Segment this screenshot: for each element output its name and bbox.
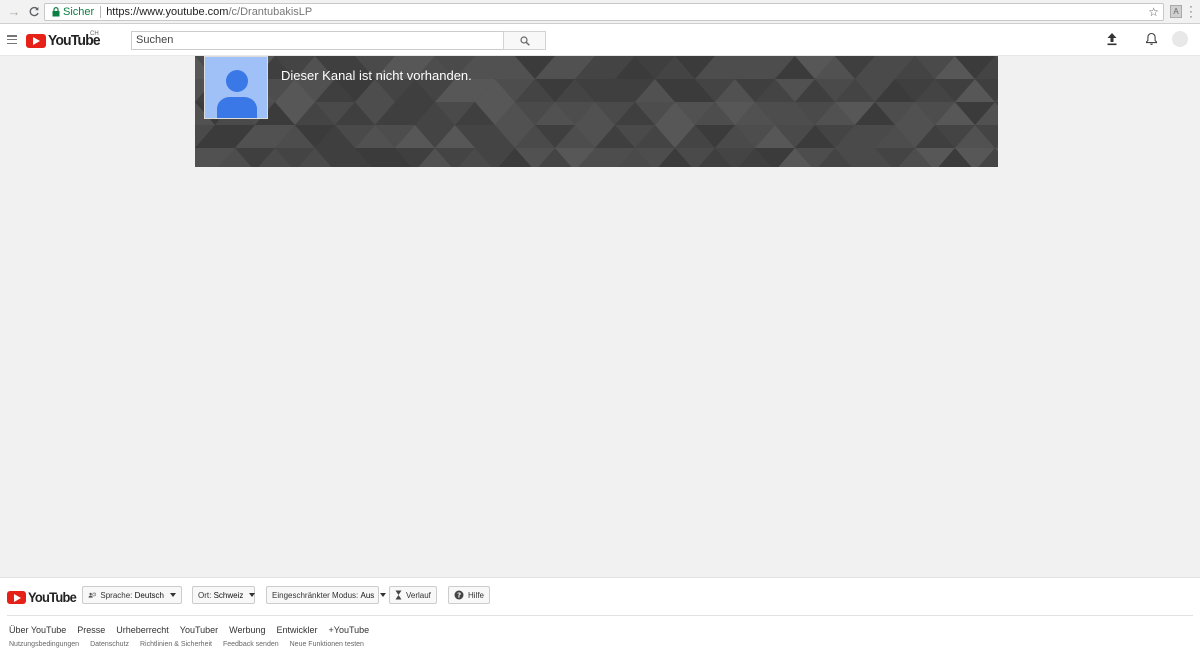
address-bar[interactable]: Sicher https://www.youtube.com/c/Drantub… bbox=[44, 3, 1164, 21]
footer-youtube-play-icon bbox=[7, 590, 26, 604]
upload-icon[interactable] bbox=[1106, 32, 1118, 46]
footer-link-press[interactable]: Presse bbox=[77, 625, 105, 635]
lock-icon bbox=[49, 7, 63, 17]
svg-text:?: ? bbox=[457, 592, 461, 600]
bookmark-star-icon[interactable]: ☆ bbox=[1148, 5, 1159, 19]
footer-link-test-features[interactable]: Neue Funktionen testen bbox=[290, 641, 364, 648]
channel-not-found-message: Dieser Kanal ist nicht vorhanden. bbox=[281, 68, 472, 83]
address-divider bbox=[100, 6, 102, 18]
language-icon: ? bbox=[88, 592, 97, 598]
location-label: Ort: bbox=[198, 590, 212, 600]
reload-icon[interactable] bbox=[24, 2, 44, 22]
footer-logo-text: YouTube bbox=[28, 589, 77, 605]
chevron-down-icon bbox=[380, 593, 387, 597]
history-button[interactable]: Verlauf bbox=[389, 586, 437, 604]
hourglass-icon bbox=[395, 590, 402, 600]
search-input[interactable]: Suchen bbox=[131, 31, 504, 50]
footer-divider bbox=[7, 615, 1193, 616]
secure-label: Sicher bbox=[63, 6, 95, 18]
search-icon bbox=[519, 35, 530, 46]
restricted-mode-button[interactable]: Eingeschränkter Modus: Aus bbox=[266, 586, 387, 604]
browser-menu-icon[interactable]: · · · bbox=[1189, 0, 1193, 22]
footer-link-plus-youtube[interactable]: +YouTube bbox=[329, 625, 370, 635]
help-button[interactable]: ? Hilfe bbox=[448, 586, 490, 604]
footer-secondary-links: Nutzungsbedingungen Datenschutz Richtlin… bbox=[9, 641, 364, 648]
restricted-mode-label: Eingeschränkter Modus: bbox=[272, 590, 359, 600]
help-icon: ? bbox=[454, 590, 464, 600]
footer-link-privacy[interactable]: Datenschutz bbox=[90, 641, 129, 648]
location-picker-button[interactable]: Ort: Schweiz bbox=[192, 586, 256, 604]
language-label: Sprache: bbox=[100, 590, 133, 600]
restricted-mode-value: Aus bbox=[360, 590, 375, 600]
chevron-down-icon bbox=[170, 593, 176, 597]
region-code: CH bbox=[90, 31, 99, 37]
footer-youtube-logo[interactable]: YouTube bbox=[7, 589, 80, 605]
page-footer: YouTube ? Sprache: Deutsch Ort: Schweiz … bbox=[0, 577, 1200, 654]
footer-link-policy-safety[interactable]: Richtlinien & Sicherheit bbox=[140, 641, 212, 648]
default-user-icon bbox=[217, 70, 257, 118]
footer-link-about[interactable]: Über YouTube bbox=[9, 625, 66, 635]
account-avatar[interactable] bbox=[1172, 31, 1188, 47]
footer-link-feedback[interactable]: Feedback senden bbox=[223, 641, 279, 648]
guide-menu-icon[interactable] bbox=[7, 35, 17, 44]
search-button[interactable] bbox=[503, 31, 546, 50]
location-value: Schweiz bbox=[213, 590, 244, 600]
channel-avatar bbox=[204, 56, 268, 119]
youtube-masthead: YouTube CH Suchen bbox=[0, 24, 1200, 56]
extension-icon[interactable]: A bbox=[1170, 5, 1182, 18]
url-host: https://www.youtube.com bbox=[106, 6, 229, 18]
help-label: Hilfe bbox=[467, 590, 484, 600]
footer-link-advertise[interactable]: Werbung bbox=[229, 625, 265, 635]
footer-link-terms[interactable]: Nutzungsbedingungen bbox=[9, 641, 79, 648]
footer-primary-links: Über YouTube Presse Urheberrecht YouTube… bbox=[9, 625, 369, 635]
notifications-bell-icon[interactable] bbox=[1145, 32, 1158, 46]
url-path: /c/DrantubakisLP bbox=[228, 6, 313, 18]
chevron-down-icon bbox=[249, 593, 256, 597]
language-picker-button[interactable]: ? Sprache: Deutsch bbox=[82, 586, 182, 604]
back-arrow-icon[interactable]: → bbox=[4, 2, 24, 22]
history-label: Verlauf bbox=[406, 590, 431, 600]
footer-link-creators[interactable]: YouTuber bbox=[180, 625, 218, 635]
language-value: Deutsch bbox=[134, 590, 164, 600]
footer-link-developers[interactable]: Entwickler bbox=[277, 625, 318, 635]
youtube-play-icon bbox=[26, 33, 46, 48]
footer-link-copyright[interactable]: Urheberrecht bbox=[116, 625, 169, 635]
